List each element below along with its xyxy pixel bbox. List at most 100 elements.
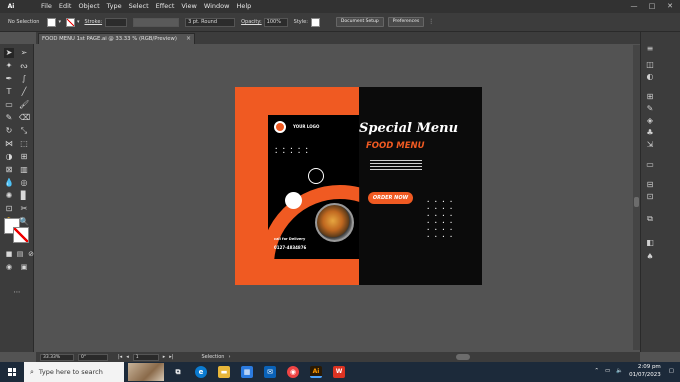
none-mode-icon[interactable]: ⊘ xyxy=(26,249,36,259)
graphic-styles-icon[interactable]: ♠ xyxy=(645,252,655,262)
selection-tool-icon[interactable]: ➤ xyxy=(4,48,14,58)
notifications-icon[interactable]: ▢ xyxy=(669,368,674,374)
eyedropper-tool-icon[interactable]: 💧 xyxy=(4,178,14,188)
wps-icon[interactable]: W xyxy=(333,366,345,378)
eraser-tool-icon[interactable]: ⌫ xyxy=(19,113,30,123)
paintbrush-tool-icon[interactable]: 🖌 xyxy=(19,100,29,110)
vertical-scrollbar[interactable] xyxy=(633,45,640,350)
brush-select[interactable]: 3 pt. Round xyxy=(185,17,236,27)
lasso-tool-icon[interactable]: ᔓ xyxy=(19,61,29,71)
type-tool-icon[interactable]: T xyxy=(4,87,14,97)
curvature-tool-icon[interactable]: ∫ xyxy=(19,74,29,84)
rotate-tool-icon[interactable]: ↻ xyxy=(4,126,14,136)
shaper-tool-icon[interactable]: ✎ xyxy=(4,113,14,123)
stroke-color-box[interactable] xyxy=(13,227,29,243)
opacity-input[interactable]: 100% xyxy=(263,17,288,27)
variable-width-select[interactable] xyxy=(133,17,180,27)
rotate-view-select[interactable]: 0° xyxy=(78,353,108,361)
clock[interactable]: 2:09 pm 01/07/2023 xyxy=(629,363,661,379)
zoom-tool-icon[interactable]: 🔍 xyxy=(19,217,29,227)
illustrator-logo-icon[interactable]: Ai xyxy=(3,0,19,13)
chevron-up-icon[interactable]: ⌃ xyxy=(594,368,599,374)
mesh-tool-icon[interactable]: ⊠ xyxy=(4,165,14,175)
line-tool-icon[interactable]: ╱ xyxy=(19,87,29,97)
taskbar-search[interactable]: ⌕ Type here to search xyxy=(24,362,124,382)
libraries-icon[interactable]: ◫ xyxy=(645,60,655,70)
chevron-down-icon[interactable]: ▾ xyxy=(77,19,80,25)
store-icon[interactable]: ▦ xyxy=(241,366,253,378)
task-view-icon[interactable]: ⧉ xyxy=(172,366,184,378)
edge-icon[interactable]: e xyxy=(195,366,207,378)
artboard-tool-icon[interactable]: ⊡ xyxy=(4,204,14,214)
menu-help[interactable]: Help xyxy=(236,0,251,13)
draw-mode-icon[interactable]: ◉ xyxy=(4,262,14,272)
color-mode-icon[interactable]: ■ xyxy=(4,249,14,259)
symbol-sprayer-tool-icon[interactable]: ✺ xyxy=(4,191,14,201)
last-artboard-icon[interactable]: ▸| xyxy=(169,354,173,360)
menu-object[interactable]: Object xyxy=(78,0,99,13)
properties-icon[interactable]: ≡ xyxy=(645,44,655,54)
minimize-icon[interactable]: — xyxy=(630,2,638,10)
chevron-down-icon[interactable]: ▾ xyxy=(58,19,61,25)
opacity-label[interactable]: Opacity: xyxy=(241,19,262,25)
comments-icon[interactable]: ▭ xyxy=(645,160,655,170)
color-icon[interactable]: ◐ xyxy=(645,72,655,82)
slice-tool-icon[interactable]: ✂ xyxy=(19,204,29,214)
brushes-icon[interactable]: ✎ xyxy=(645,104,655,114)
magic-wand-tool-icon[interactable]: ✦ xyxy=(4,61,14,71)
align-icon[interactable]: ⊟ xyxy=(645,180,655,190)
scale-tool-icon[interactable]: ⤡ xyxy=(19,126,29,136)
arrange-icon[interactable]: ⫶ xyxy=(430,18,432,27)
menu-type[interactable]: Type xyxy=(107,0,122,13)
close-icon[interactable]: ✕ xyxy=(666,2,674,10)
gradient-mode-icon[interactable]: ▤ xyxy=(15,249,25,259)
stroke-label[interactable]: Stroke: xyxy=(84,19,102,25)
stroke-swatch[interactable] xyxy=(65,17,75,27)
search-highlight-image[interactable] xyxy=(128,363,164,381)
chrome-icon[interactable]: ◉ xyxy=(287,366,299,378)
shape-builder-tool-icon[interactable]: ◑ xyxy=(4,152,14,162)
pen-tool-icon[interactable]: ✒ xyxy=(4,74,14,84)
file-explorer-icon[interactable]: ▬ xyxy=(218,366,230,378)
menu-file[interactable]: File xyxy=(41,0,52,13)
menu-edit[interactable]: Edit xyxy=(59,0,72,13)
column-graph-tool-icon[interactable]: ▊ xyxy=(19,191,29,201)
pathfinder-icon[interactable]: ⧉ xyxy=(645,214,655,224)
document-tab[interactable]: FOOD MENU 1st PAGE.ai @ 33.33 % (RGB/Pre… xyxy=(38,33,195,44)
preferences-button[interactable]: Preferences xyxy=(387,17,425,27)
symbols-icon[interactable]: ♣ xyxy=(645,128,655,138)
blend-tool-icon[interactable]: ◎ xyxy=(19,178,29,188)
transform-icon[interactable]: ⊡ xyxy=(645,192,655,202)
menu-select[interactable]: Select xyxy=(129,0,149,13)
next-artboard-icon[interactable]: ▸ xyxy=(163,354,166,360)
windows-start-icon[interactable] xyxy=(8,368,16,376)
network-icon[interactable]: ▭ xyxy=(605,368,610,374)
perspective-grid-tool-icon[interactable]: ⊞ xyxy=(19,152,29,162)
free-transform-tool-icon[interactable]: ⬚ xyxy=(19,139,29,149)
prev-artboard-icon[interactable]: ◂ xyxy=(126,354,129,360)
gradient-tool-icon[interactable]: ▥ xyxy=(19,165,29,175)
stroke-weight-input[interactable] xyxy=(105,17,128,27)
chevron-right-icon[interactable]: › xyxy=(228,354,230,360)
layers-icon[interactable]: ◈ xyxy=(645,116,655,126)
document-setup-button[interactable]: Document Setup xyxy=(335,17,384,27)
illustrator-taskbar-icon[interactable]: Ai xyxy=(310,366,322,378)
mail-icon[interactable]: ✉ xyxy=(264,366,276,378)
scroll-thumb[interactable] xyxy=(634,197,639,207)
horizontal-scroll-thumb[interactable] xyxy=(456,354,470,360)
direct-selection-tool-icon[interactable]: ➢ xyxy=(19,48,29,58)
appearance-icon[interactable]: ◧ xyxy=(645,238,655,248)
volume-icon[interactable]: 🔈 xyxy=(616,368,623,374)
artboard-number-select[interactable]: 1 xyxy=(132,353,159,361)
screen-mode-icon[interactable]: ▣ xyxy=(19,262,29,272)
export-icon[interactable]: ⇲ xyxy=(645,140,655,150)
menu-window[interactable]: Window xyxy=(204,0,230,13)
fill-swatch[interactable] xyxy=(47,17,57,27)
first-artboard-icon[interactable]: |◂ xyxy=(118,354,122,360)
close-tab-icon[interactable]: × xyxy=(186,34,191,44)
swatches-icon[interactable]: ⊞ xyxy=(645,92,655,102)
style-swatch[interactable] xyxy=(310,17,320,27)
menu-effect[interactable]: Effect xyxy=(156,0,175,13)
artboard[interactable]: YOUR LOGO • • • • • • • • • • call for De… xyxy=(235,87,482,285)
zoom-select[interactable]: 33.33% xyxy=(40,353,74,361)
